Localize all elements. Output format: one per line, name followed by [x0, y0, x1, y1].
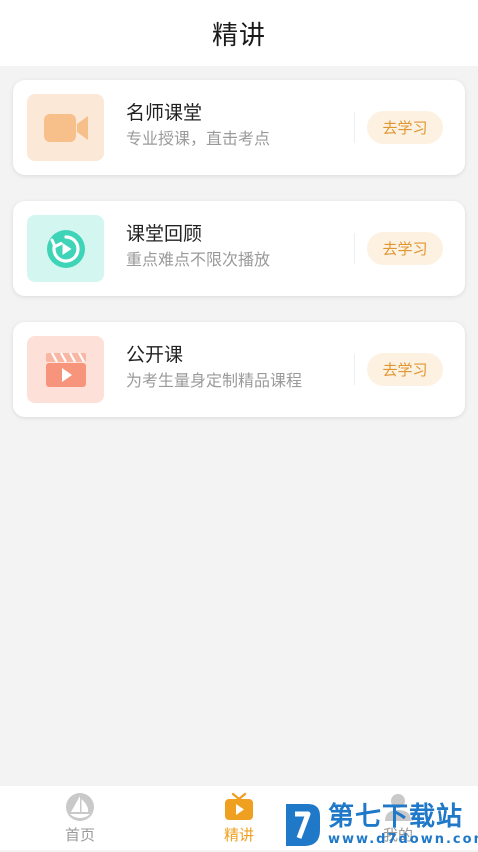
- card-subtitle: 重点难点不限次播放: [126, 250, 271, 269]
- go-study-button[interactable]: 去学习: [367, 353, 443, 386]
- course-card-review[interactable]: 课堂回顾 重点难点不限次播放 去学习: [13, 201, 465, 296]
- video-camera-icon: [43, 113, 88, 142]
- watermark-url: www.d7down.com: [328, 831, 478, 847]
- sailboat-icon: [66, 793, 94, 821]
- replay-icon: [46, 229, 85, 268]
- watermark-brand: 第七下载站: [328, 801, 464, 832]
- watermark: 第七下载站 www.d7down.com: [284, 796, 478, 852]
- course-card-open-class[interactable]: 公开课 为考生量身定制精品课程 去学习: [13, 322, 465, 417]
- go-study-button[interactable]: 去学习: [367, 232, 443, 265]
- page-header: 精讲: [0, 0, 478, 66]
- card-subtitle: 专业授课，直击考点: [126, 129, 271, 148]
- video-camera-icon-box: [27, 94, 104, 161]
- course-card-famous-teacher[interactable]: 名师课堂 专业授课，直击考点 去学习: [13, 80, 465, 175]
- card-title: 课堂回顾: [126, 223, 203, 245]
- divider: [354, 233, 355, 264]
- go-study-button[interactable]: 去学习: [367, 111, 443, 144]
- clapperboard-icon: [45, 351, 86, 387]
- page-title: 精讲: [211, 20, 266, 51]
- tab-lectures[interactable]: 精讲: [199, 792, 279, 848]
- card-subtitle: 为考生量身定制精品课程: [126, 371, 303, 390]
- divider: [354, 112, 355, 143]
- tv-play-icon: [225, 792, 253, 820]
- watermark-logo: [286, 804, 320, 846]
- card-title: 公开课: [126, 344, 184, 366]
- tab-label: 首页: [64, 826, 95, 844]
- divider: [354, 354, 355, 385]
- replay-icon-box: [27, 215, 104, 282]
- clapperboard-icon-box: [27, 336, 104, 403]
- tab-home[interactable]: 首页: [40, 792, 120, 848]
- tab-label: 精讲: [223, 826, 254, 844]
- card-title: 名师课堂: [126, 102, 203, 124]
